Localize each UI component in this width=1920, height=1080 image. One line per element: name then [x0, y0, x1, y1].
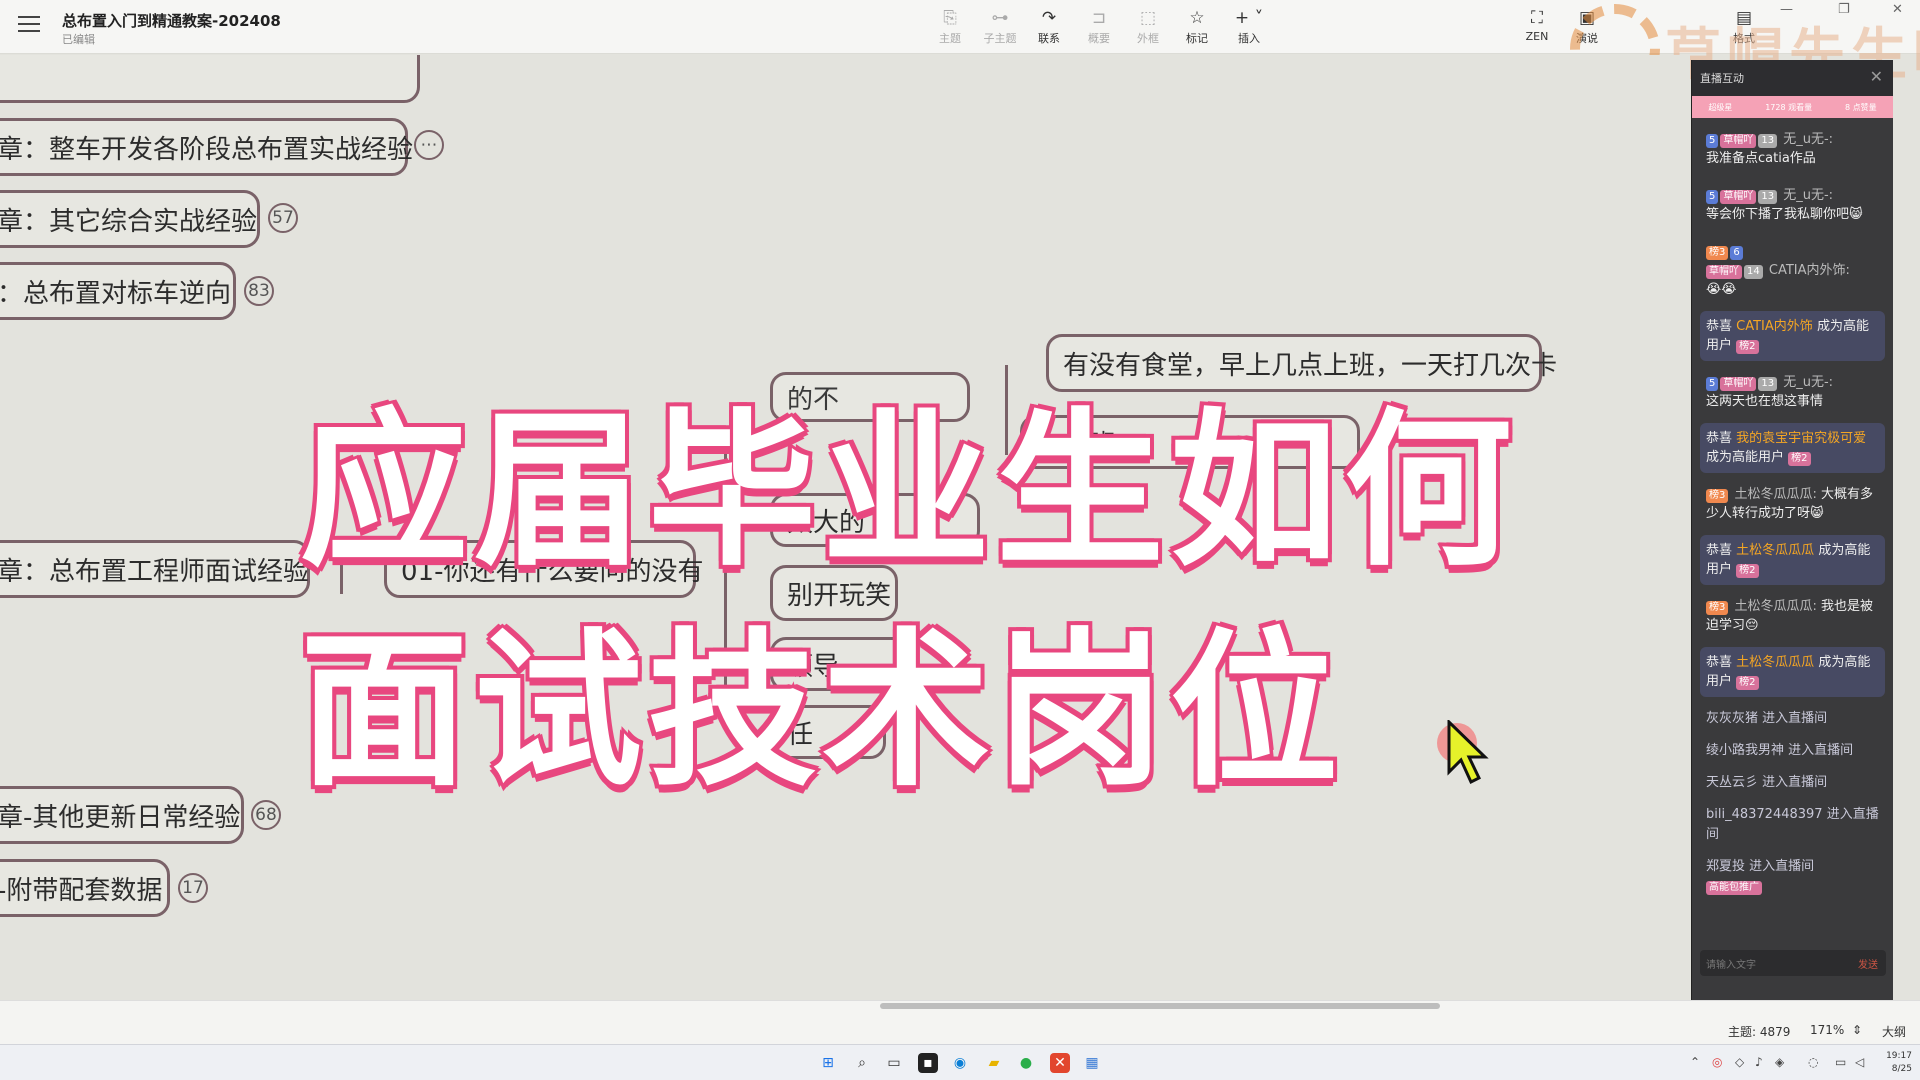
wechat-icon[interactable]: ●	[1016, 1053, 1036, 1073]
toolbar-relation-button[interactable]: ↷ 联系	[1024, 8, 1074, 46]
mindmap-node[interactable]: 章：总布置工程师面试经验	[0, 540, 310, 598]
chat-message: 5 草帽吖 13 无_u无-: 等会你下播了我私聊你吧😸	[1706, 188, 1863, 222]
system-clock[interactable]: 19:17 8/25	[1886, 1050, 1912, 1076]
topic-count: 主题: 4879	[1728, 1025, 1791, 1039]
network-icon[interactable]: ▭	[1835, 1055, 1846, 1069]
microphone-icon[interactable]: ♪	[1755, 1055, 1763, 1069]
horizontal-scrollbar[interactable]	[880, 1003, 1440, 1009]
chat-enter-notice: 郑夏投 进入直播间 高能包推广	[1706, 859, 1815, 895]
chat-message: 恭喜 土松冬瓜瓜瓜 成为高能用户 榜2	[1700, 535, 1885, 585]
toolbar-insert-button[interactable]: + ˅ 插入	[1224, 8, 1274, 46]
chat-message: 5 草帽吖 13 无_u无-: 我准备点catia作品	[1706, 132, 1834, 166]
chat-enter-notice: bili_48372448397 进入直播间	[1706, 807, 1879, 842]
plus-icon: + ˅	[1234, 8, 1264, 28]
mindmap-node[interactable]: 章：整车开发各阶段总布置实战经验	[0, 118, 413, 176]
chat-message: 恭喜 CATIA内外饰 成为高能用户 榜2	[1700, 311, 1885, 361]
chat-message: 恭喜 土松冬瓜瓜瓜 成为高能用户 榜2	[1700, 647, 1885, 697]
summary-icon: ⊐	[1091, 8, 1107, 28]
child-count-badge[interactable]: 57	[268, 203, 298, 233]
chat-header: 直播互动 ✕	[1692, 60, 1893, 96]
fullscreen-icon: ⛶	[1531, 8, 1543, 28]
toolbar-summary-button[interactable]: ⊐ 概要	[1074, 8, 1124, 46]
file-explorer-icon[interactable]: ▰	[984, 1053, 1004, 1073]
chat-message: 恭喜 我的袁宝宇宙究极可爱 成为高能用户 榜2	[1700, 423, 1885, 473]
mindmap-node[interactable]: -附带配套数据	[0, 859, 170, 917]
mindmap-node[interactable]: 章-其他更新日常经验	[0, 786, 244, 844]
chat-enter-notice: 绫小路我男神 进入直播间	[1706, 743, 1854, 758]
search-icon[interactable]: ⌕	[852, 1053, 872, 1073]
toolbar-boundary-button[interactable]: ⬚ 外框	[1123, 8, 1173, 46]
document-status: 已编辑	[62, 33, 95, 46]
child-count-badge[interactable]: 83	[244, 276, 274, 306]
close-icon[interactable]: ✕	[1870, 67, 1883, 86]
child-count-badge[interactable]: 68	[251, 800, 281, 830]
toolbar-subtopic-button[interactable]: ⊶ 子主题	[975, 8, 1025, 46]
zoom-stepper-icon[interactable]: ⇕	[1852, 1023, 1862, 1037]
boundary-icon: ⬚	[1139, 8, 1157, 28]
document-title: 总布置入门到精通教案-202408	[62, 12, 281, 30]
menu-icon[interactable]	[18, 16, 40, 34]
volume-icon[interactable]: ◁	[1855, 1055, 1864, 1069]
chat-input[interactable]: 请输入文字 发送	[1700, 950, 1886, 976]
tool-app-icon[interactable]: ▦	[1082, 1053, 1102, 1073]
tray-app-icon[interactable]: ◌	[1808, 1055, 1818, 1069]
chat-message: 5 草帽吖 13 无_u无-: 这两天也在想这事情	[1706, 375, 1834, 409]
chat-stats: 超级星 1728 观看量 8 点赞量	[1692, 96, 1893, 118]
live-chat-panel: 直播互动 ✕ 超级星 1728 观看量 8 点赞量 5 草帽吖 13 无_u无-: 我…	[1691, 60, 1893, 1000]
tray-app-icon[interactable]: ◇	[1735, 1055, 1744, 1069]
chevron-up-icon[interactable]: ⌃	[1690, 1055, 1700, 1069]
xmind-icon[interactable]: ✕	[1050, 1053, 1070, 1073]
toolbar-topic-button[interactable]: ⎘ 主题	[925, 8, 975, 46]
outline-button[interactable]: 大纲	[1882, 1023, 1906, 1040]
status-bar: 主题: 4879 171% ⇕ 大纲	[0, 1000, 1920, 1044]
toolbar-marker-button[interactable]: ☆ 标记	[1172, 8, 1222, 46]
zoom-level[interactable]: 171%	[1810, 1023, 1844, 1037]
app-icon[interactable]: ▪	[918, 1053, 938, 1073]
windows-taskbar: ⊞ ⌕ ▭ ▪ ◉ ▰ ● ✕ ▦ ⌃ ◎ ◇ ♪ ◈ ◌ ▭ ◁ 19:17 8…	[0, 1044, 1920, 1080]
star-icon: ☆	[1189, 8, 1205, 28]
more-icon[interactable]: ⋯	[414, 130, 444, 160]
child-count-badge[interactable]: 17	[178, 873, 208, 903]
mindmap-node-partial[interactable]	[0, 55, 420, 103]
windows-start-icon[interactable]: ⊞	[818, 1053, 838, 1073]
chat-message: 榜3 土松冬瓜瓜瓜: 大概有多少人转行成功了呀😸	[1706, 487, 1874, 521]
chat-enter-notice: 天丛云彡 进入直播间	[1706, 775, 1828, 790]
overlay-title-line1: 应届毕业生如何	[297, 390, 1518, 592]
topic-icon: ⎘	[943, 8, 957, 28]
chat-message: 榜3 土松冬瓜瓜瓜: 我也是被迫学习😔	[1706, 599, 1874, 633]
mindmap-node[interactable]: 章：其它综合实战经验	[0, 190, 260, 248]
zen-button[interactable]: ⛶ ZEN	[1512, 8, 1562, 43]
mouse-cursor-icon	[1447, 720, 1489, 785]
edge-browser-icon[interactable]: ◉	[950, 1053, 970, 1073]
subtopic-icon: ⊶	[991, 8, 1009, 28]
tray-app-icon[interactable]: ◈	[1775, 1055, 1784, 1069]
relation-icon: ↷	[1041, 8, 1057, 28]
send-button[interactable]: 发送	[1858, 956, 1878, 971]
task-view-icon[interactable]: ▭	[884, 1053, 904, 1073]
tray-app-icon[interactable]: ◎	[1712, 1055, 1722, 1069]
chat-enter-notice: 灰灰灰猪 进入直播间	[1706, 711, 1828, 726]
mindmap-node[interactable]: ：总布置对标车逆向	[0, 262, 236, 320]
chat-message: 榜3 6 草帽吖 14 CATIA内外饰: 😭😭	[1706, 246, 1850, 297]
overlay-title-line2: 面试技术岗位	[297, 610, 1344, 812]
mindmap-canvas[interactable]: 章：整车开发各阶段总布置实战经验 ⋯ 章：其它综合实战经验 57 ：总布置对标车…	[0, 55, 1690, 1000]
